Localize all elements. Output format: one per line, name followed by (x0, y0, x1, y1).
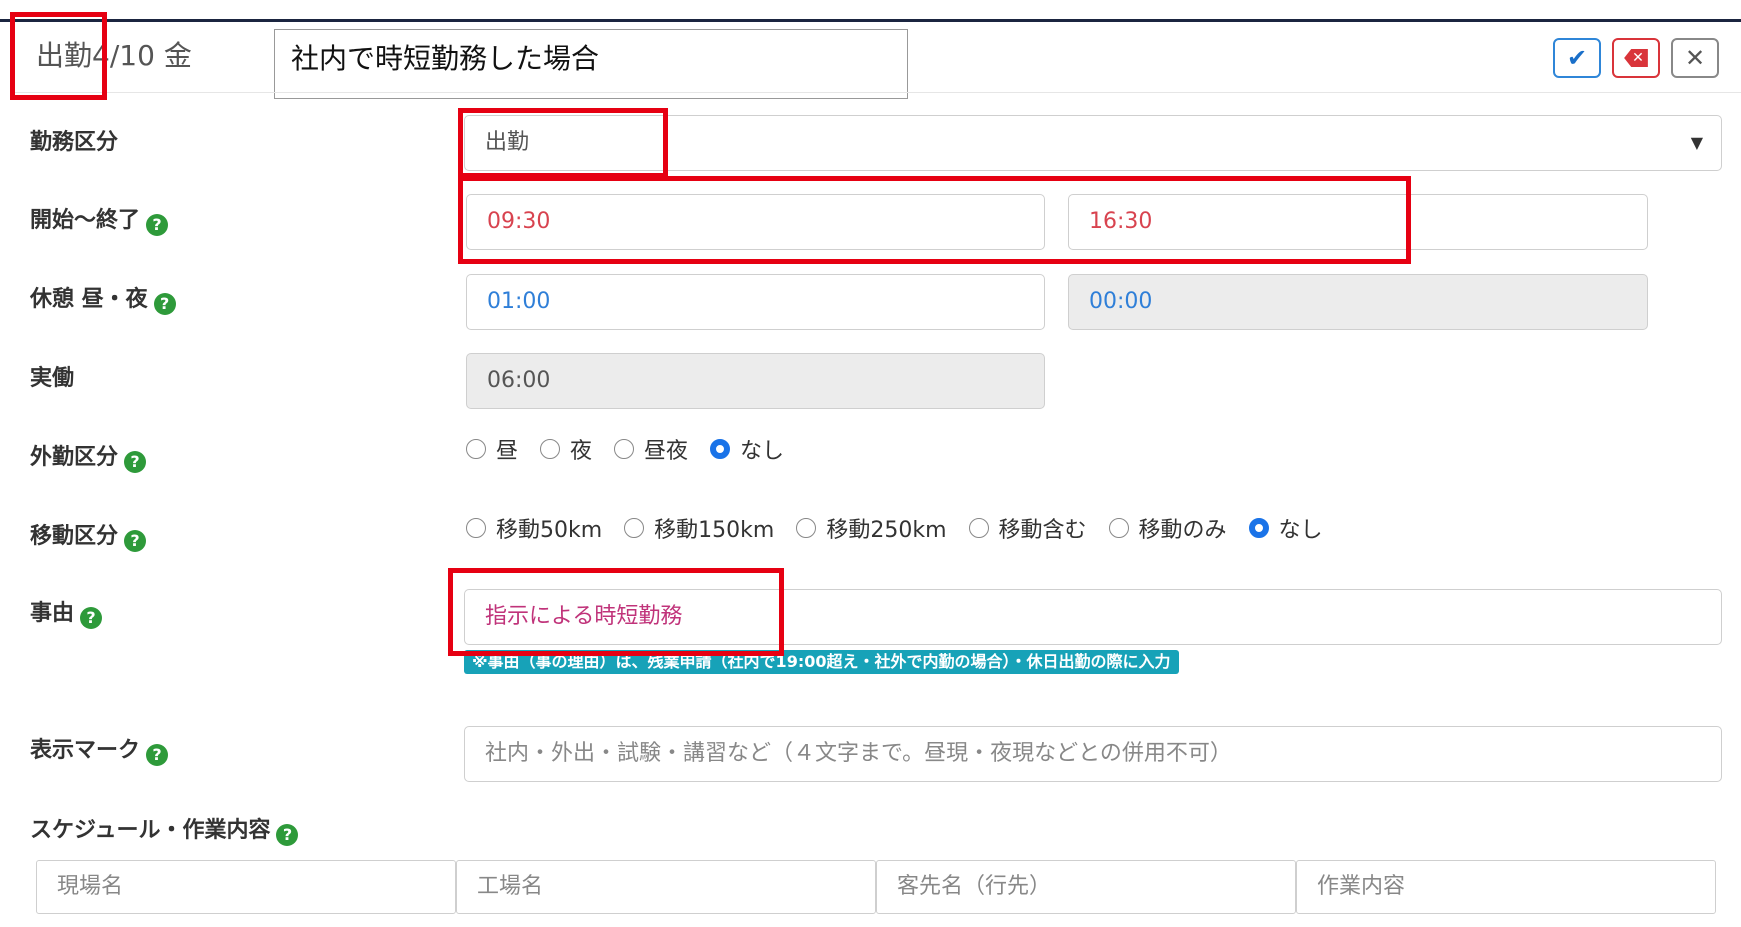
start-end-label: 開始～終了? (30, 206, 169, 236)
annotation-note: 社内で時短勤務した場合 (274, 29, 908, 99)
day-break-input[interactable]: 01:00 (466, 274, 1045, 330)
backspace-x-icon: ✕ (1624, 49, 1648, 67)
radio-button[interactable] (614, 439, 635, 459)
annotation-box-work-type (458, 108, 668, 178)
top-border (0, 19, 1741, 22)
radio-travel-250km[interactable]: 移動250km (796, 512, 947, 544)
actual-work-label: 実働 (30, 366, 75, 391)
night-break-value: 00:00 (1089, 289, 1153, 314)
checkmark-icon: ✔ (1566, 44, 1588, 72)
help-icon[interactable]: ? (124, 530, 147, 552)
outside-work-radio-group: 昼 夜 昼夜 なし (466, 433, 806, 465)
header-divider (12, 92, 1741, 93)
help-icon[interactable]: ? (153, 293, 176, 315)
client-name-input[interactable]: 客先名（行先） (876, 860, 1296, 914)
radio-travel-none[interactable]: なし (1248, 512, 1323, 544)
radio-button[interactable] (540, 439, 561, 459)
radio-outside-night[interactable]: 夜 (540, 433, 592, 465)
display-mark-label: 表示マーク? (30, 736, 169, 766)
close-button[interactable]: ✕ (1671, 38, 1719, 78)
close-icon: ✕ (1684, 44, 1706, 72)
radio-button-selected[interactable] (710, 439, 731, 459)
help-icon[interactable]: ? (146, 214, 169, 236)
actual-work-value: 06:00 (487, 368, 551, 393)
annotation-box-title (10, 12, 107, 100)
factory-name-input[interactable]: 工場名 (456, 860, 876, 914)
confirm-button[interactable]: ✔ (1553, 38, 1601, 78)
radio-button[interactable] (466, 518, 486, 538)
radio-travel-150km[interactable]: 移動150km (624, 512, 774, 544)
day-break-value: 01:00 (487, 289, 551, 314)
annotation-box-times (458, 176, 1411, 264)
help-icon[interactable]: ? (80, 607, 103, 629)
radio-travel-only[interactable]: 移動のみ (1108, 512, 1227, 544)
weekday-label: 金 (163, 39, 192, 72)
schedule-label: スケジュール・作業内容? (30, 816, 299, 846)
display-mark-placeholder: 社内・外出・試験・講習など（４文字まで。昼現・夜現などとの併用不可） (485, 741, 1232, 766)
outside-work-label: 外勤区分? (30, 443, 147, 473)
night-break-input: 00:00 (1068, 274, 1648, 330)
radio-button[interactable] (968, 518, 989, 538)
travel-radio-group: 移動50km 移動150km 移動250km 移動含む 移動のみ なし (466, 512, 1345, 544)
site-name-input[interactable]: 現場名 (36, 860, 456, 914)
radio-button[interactable] (796, 518, 817, 538)
travel-label: 移動区分? (30, 522, 147, 552)
annotation-box-reason (448, 568, 784, 656)
reason-label: 事由? (30, 599, 103, 629)
break-label: 休憩 昼・夜? (30, 285, 176, 315)
work-content-input[interactable]: 作業内容 (1296, 860, 1716, 914)
help-icon[interactable]: ? (124, 451, 147, 473)
radio-button[interactable] (1108, 518, 1129, 538)
help-icon[interactable]: ? (146, 744, 169, 766)
radio-button[interactable] (466, 439, 486, 459)
radio-outside-none[interactable]: なし (710, 433, 784, 465)
radio-outside-daynight[interactable]: 昼夜 (614, 433, 688, 465)
help-icon[interactable]: ? (276, 824, 299, 846)
display-mark-input[interactable]: 社内・外出・試験・講習など（４文字まで。昼現・夜現などとの併用不可） (464, 726, 1722, 782)
delete-button[interactable]: ✕ (1612, 38, 1660, 78)
radio-button[interactable] (624, 518, 645, 538)
chevron-down-icon: ▼ (1690, 133, 1703, 152)
radio-outside-day[interactable]: 昼 (466, 433, 518, 465)
actual-work-field: 06:00 (466, 353, 1045, 409)
work-type-label: 勤務区分 (30, 130, 119, 155)
radio-travel-50km[interactable]: 移動50km (466, 512, 602, 544)
radio-travel-included[interactable]: 移動含む (968, 512, 1087, 544)
radio-button-selected[interactable] (1248, 518, 1269, 538)
